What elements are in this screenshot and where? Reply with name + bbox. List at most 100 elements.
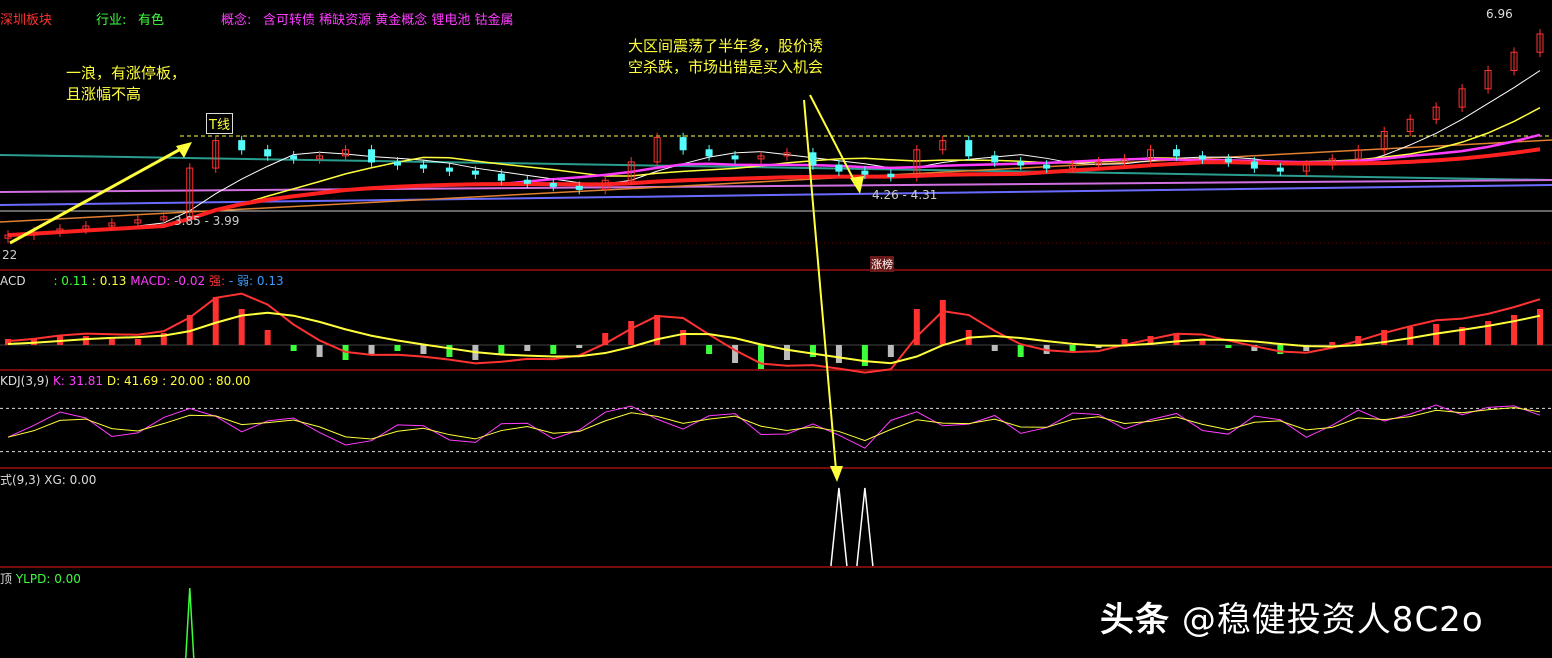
macd-dea: : 0.13 (91, 274, 127, 288)
macd-bar (316, 345, 323, 357)
candle-body (290, 155, 298, 160)
limit-up-badge[interactable]: 涨榜 (870, 256, 894, 272)
watermark-brand: 头条 (1100, 600, 1170, 640)
signal-arrow-head (830, 466, 843, 482)
macd-bar (446, 345, 453, 357)
range-annotation: 大区间震荡了半年多，股价诱 空杀跌，市场出错是买入机会 (628, 37, 824, 76)
range-low-label-1: 3.85 - 3.99 (174, 214, 240, 228)
macd-strong: 强: (208, 274, 226, 288)
wave-annotation: 一浪，有涨停板， 且涨幅不高 (66, 64, 187, 103)
macd-bar (524, 345, 531, 351)
macd-bar (576, 345, 583, 348)
candle-body (1017, 161, 1025, 166)
range-low-label-2: 4.26 - 4.31 (872, 188, 938, 202)
ylpd-spike (185, 587, 195, 658)
ma-long-blue (0, 184, 1552, 206)
macd-bar (1537, 309, 1543, 345)
macd-bar (628, 321, 635, 345)
candle-body (1224, 158, 1232, 163)
macd-dea-line (7, 311, 1541, 365)
macd-weak-sep: - (228, 274, 234, 288)
macd-bar (498, 345, 505, 354)
macd-bar (1277, 345, 1284, 354)
ylpd-value: YLPD: 0.00 (15, 572, 81, 586)
macd-bar (706, 345, 713, 354)
macd-bar (887, 345, 894, 357)
xg-spike (856, 487, 874, 567)
macd-bar (809, 345, 816, 357)
candle-body (835, 164, 843, 172)
watermark-handle: @稳健投资人8C2o (1181, 600, 1484, 640)
kdj-l2: : 80.00 (208, 374, 251, 388)
candle-body (575, 185, 583, 190)
xg-legend: 式(9,3) XG: 0.00 (0, 471, 96, 488)
candle-body (965, 140, 973, 157)
kdj-k: K: 31.81 (52, 374, 104, 388)
candle-body (368, 149, 376, 163)
macd-bar (1329, 342, 1336, 345)
kdj-name: KDJ(3,9) (0, 374, 50, 388)
t-line-label: T线 (206, 113, 233, 134)
macd-bar (82, 336, 89, 345)
xg-name: 式(9,3) (0, 473, 41, 487)
candle-body (887, 173, 895, 178)
ylpd-legend: 顶 YLPD: 0.00 (0, 570, 81, 587)
macd-bar (420, 345, 427, 354)
candle-body (549, 182, 557, 187)
industry-label: 行业: (96, 13, 127, 28)
macd-dif-line (7, 292, 1541, 374)
kdj-k-line (7, 404, 1541, 449)
range-arrow (809, 94, 859, 189)
candle-body (1043, 164, 1051, 169)
candle-body (809, 152, 817, 166)
xg-value: XG: 0.00 (44, 473, 97, 487)
xg-spike (830, 487, 848, 567)
high-price-label: 6.96 (1486, 7, 1513, 21)
macd-bar (108, 339, 115, 345)
candle-body (419, 164, 427, 169)
candle-body (264, 149, 272, 157)
concept-values: 含可转债 稀缺资源 黄金概念 锂电池 钴金属 (263, 13, 514, 28)
macd-bar (550, 345, 557, 354)
macd-bar (1407, 327, 1414, 345)
board-label: 深圳板块 (0, 13, 53, 28)
macd-bar (991, 345, 998, 351)
candle-body (1276, 167, 1284, 172)
candle-body (861, 170, 869, 175)
low-price-label: 22 (2, 248, 18, 262)
candle-body (497, 173, 505, 181)
kdj-l1: : 20.00 (162, 374, 205, 388)
ma-long-purple (0, 179, 1552, 193)
macd-bar (290, 345, 297, 351)
macd-value: MACD: -0.02 (130, 274, 206, 288)
macd-name: ACD (0, 274, 26, 288)
ylpd-name: 顶 (0, 572, 13, 586)
kdj-legend: KDJ(3,9) K: 31.81 D: 41.69 : 20.00 : 80.… (0, 374, 250, 388)
candle-body (1172, 149, 1180, 157)
macd-bar (1069, 345, 1076, 351)
macd-dif: : 0.11 (53, 274, 89, 288)
macd-bar (394, 345, 401, 351)
macd-bar (939, 300, 946, 345)
candle-body (471, 170, 479, 175)
macd-legend: ACD : 0.11 : 0.13 MACD: -0.02 强: - 弱: 0.… (0, 272, 284, 289)
macd-bar (134, 339, 141, 345)
macd-bar (1225, 345, 1232, 348)
kdj-d: D: 41.69 (106, 374, 159, 388)
candle-body (238, 140, 246, 151)
candle-body (393, 161, 401, 166)
industry-value: 有色 (138, 13, 165, 28)
macd-bar (783, 345, 790, 360)
macd-bar (1017, 345, 1024, 357)
candle-body (705, 149, 713, 157)
candle-body (1198, 155, 1206, 160)
signal-arrow (803, 99, 837, 471)
macd-bar (368, 345, 375, 354)
macd-bar (861, 345, 868, 366)
macd-bar (835, 345, 842, 363)
macd-bar (680, 330, 687, 345)
concept-label: 概念: (221, 13, 252, 28)
macd-bar (1511, 315, 1518, 345)
candle-body (731, 155, 739, 160)
stock-chart[interactable] (0, 0, 1552, 658)
